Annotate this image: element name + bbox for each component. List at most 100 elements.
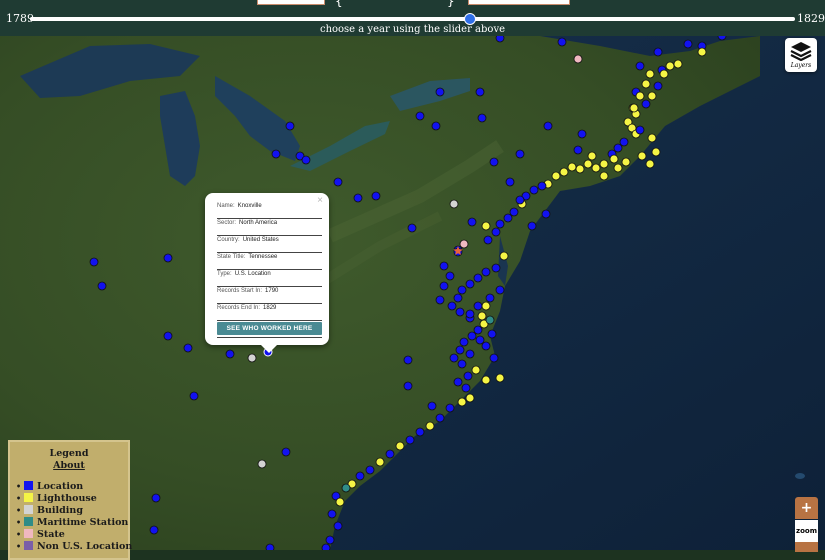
map-marker[interactable] bbox=[471, 365, 481, 375]
map-marker[interactable] bbox=[385, 449, 395, 459]
map-marker[interactable] bbox=[499, 251, 509, 261]
map-marker[interactable] bbox=[613, 163, 623, 173]
map-marker[interactable] bbox=[321, 543, 331, 550]
map-marker[interactable] bbox=[495, 373, 505, 383]
map-marker[interactable] bbox=[515, 195, 525, 205]
map-marker[interactable] bbox=[495, 285, 505, 295]
map-marker[interactable] bbox=[485, 315, 495, 325]
map-marker[interactable] bbox=[365, 465, 375, 475]
map-marker[interactable] bbox=[481, 341, 491, 351]
map-marker[interactable] bbox=[641, 79, 651, 89]
map-marker[interactable] bbox=[537, 181, 547, 191]
year-end-box[interactable] bbox=[468, 0, 570, 5]
map-marker[interactable] bbox=[481, 301, 491, 311]
zoom-in-button[interactable]: + bbox=[795, 497, 818, 519]
map-marker[interactable] bbox=[515, 149, 525, 159]
map-marker[interactable] bbox=[435, 413, 445, 423]
map-marker[interactable] bbox=[683, 39, 693, 49]
map-marker[interactable] bbox=[653, 47, 663, 57]
map-marker[interactable] bbox=[257, 459, 267, 469]
map-marker[interactable] bbox=[427, 401, 437, 411]
map-marker[interactable] bbox=[189, 391, 199, 401]
map-marker[interactable] bbox=[665, 61, 675, 71]
map-marker[interactable] bbox=[621, 157, 631, 167]
map-marker[interactable] bbox=[613, 143, 623, 153]
map-marker[interactable] bbox=[475, 335, 485, 345]
map-marker[interactable] bbox=[489, 157, 499, 167]
map-marker[interactable] bbox=[647, 91, 657, 101]
map-marker[interactable] bbox=[495, 219, 505, 229]
map-marker[interactable] bbox=[477, 311, 487, 321]
map-marker[interactable] bbox=[457, 359, 467, 369]
map-marker[interactable] bbox=[635, 125, 645, 135]
map-marker[interactable] bbox=[645, 69, 655, 79]
map-marker[interactable] bbox=[271, 149, 281, 159]
map-marker[interactable] bbox=[505, 177, 515, 187]
map-marker[interactable] bbox=[483, 235, 493, 245]
map-marker[interactable] bbox=[599, 159, 609, 169]
map-marker[interactable] bbox=[487, 329, 497, 339]
map-marker[interactable] bbox=[457, 285, 467, 295]
map-marker[interactable] bbox=[449, 353, 459, 363]
map-marker[interactable] bbox=[449, 199, 459, 209]
map-marker[interactable] bbox=[659, 69, 669, 79]
map-marker[interactable] bbox=[425, 421, 435, 431]
map-marker[interactable] bbox=[457, 397, 467, 407]
map-marker[interactable] bbox=[445, 403, 455, 413]
map-marker[interactable] bbox=[475, 87, 485, 97]
map-marker[interactable] bbox=[583, 159, 593, 169]
map-marker[interactable] bbox=[629, 103, 639, 113]
map-marker[interactable] bbox=[435, 295, 445, 305]
map-marker[interactable] bbox=[149, 525, 159, 535]
map-marker[interactable] bbox=[559, 167, 569, 177]
map-marker[interactable] bbox=[465, 393, 475, 403]
map-marker[interactable] bbox=[281, 447, 291, 457]
map-marker[interactable] bbox=[403, 381, 413, 391]
map-marker[interactable] bbox=[163, 253, 173, 263]
map-marker[interactable] bbox=[371, 191, 381, 201]
map-marker[interactable] bbox=[415, 111, 425, 121]
map-marker[interactable] bbox=[463, 371, 473, 381]
map-marker[interactable] bbox=[341, 483, 351, 493]
map-marker[interactable] bbox=[467, 331, 477, 341]
map-marker[interactable] bbox=[183, 343, 193, 353]
map-marker[interactable] bbox=[481, 267, 491, 277]
map-marker[interactable] bbox=[575, 164, 585, 174]
map-marker[interactable] bbox=[301, 155, 311, 165]
map-marker[interactable] bbox=[445, 271, 455, 281]
map-marker[interactable] bbox=[395, 441, 405, 451]
layers-button[interactable]: Layers bbox=[785, 38, 817, 72]
map-marker[interactable] bbox=[635, 91, 645, 101]
map-marker[interactable] bbox=[465, 309, 475, 319]
map-marker[interactable] bbox=[599, 171, 609, 181]
map-marker[interactable] bbox=[577, 129, 587, 139]
map-marker[interactable] bbox=[491, 263, 501, 273]
map-marker[interactable] bbox=[353, 193, 363, 203]
map-marker[interactable] bbox=[151, 493, 161, 503]
map-marker[interactable] bbox=[651, 147, 661, 157]
map-marker[interactable] bbox=[325, 535, 335, 545]
map-marker[interactable] bbox=[641, 99, 651, 109]
map-marker[interactable] bbox=[455, 307, 465, 317]
map-marker[interactable] bbox=[335, 497, 345, 507]
map-marker[interactable] bbox=[495, 36, 505, 43]
map-marker[interactable] bbox=[635, 61, 645, 71]
map-marker[interactable] bbox=[697, 47, 707, 57]
see-who-worked-here-button[interactable]: SEE WHO WORKED HERE bbox=[217, 322, 322, 335]
map-marker[interactable] bbox=[459, 337, 469, 347]
map-marker[interactable] bbox=[461, 383, 471, 393]
map-marker[interactable] bbox=[481, 221, 491, 231]
map-marker[interactable] bbox=[473, 273, 483, 283]
map-marker[interactable] bbox=[567, 162, 577, 172]
map-marker[interactable] bbox=[247, 353, 257, 363]
map-marker[interactable] bbox=[587, 151, 597, 161]
map-marker[interactable] bbox=[375, 457, 385, 467]
map-marker[interactable] bbox=[225, 349, 235, 359]
map-marker[interactable] bbox=[407, 223, 417, 233]
map-marker[interactable] bbox=[591, 163, 601, 173]
map-marker[interactable] bbox=[265, 543, 275, 550]
map-marker[interactable] bbox=[653, 81, 663, 91]
map-marker[interactable] bbox=[465, 349, 475, 359]
map-marker[interactable] bbox=[551, 171, 561, 181]
map-marker[interactable] bbox=[439, 281, 449, 291]
